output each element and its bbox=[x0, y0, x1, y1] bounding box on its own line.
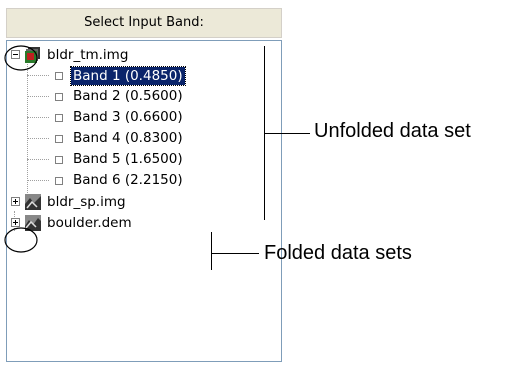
callout-ellipse-folded bbox=[4, 227, 38, 253]
folded-callout: Folded data sets bbox=[264, 242, 412, 264]
callout-ellipse-unfolded bbox=[4, 45, 38, 71]
unfolded-pointer-line bbox=[264, 133, 310, 134]
unfolded-callout: Unfolded data set bbox=[314, 120, 471, 142]
folded-pointer-line bbox=[211, 253, 259, 254]
annotation-overlay bbox=[4, 45, 38, 253]
folded-bracket-line bbox=[211, 232, 212, 270]
